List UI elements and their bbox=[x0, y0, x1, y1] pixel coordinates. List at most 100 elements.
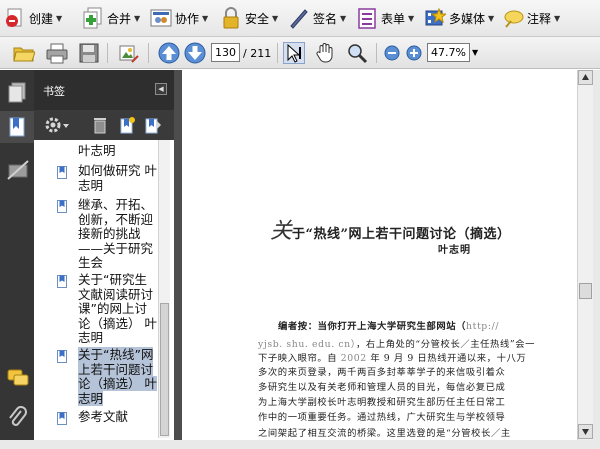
bookmark-label: 叶志明 bbox=[78, 143, 116, 158]
create-button[interactable]: 创建 ▼ bbox=[4, 6, 62, 30]
previous-page-button[interactable] bbox=[158, 42, 180, 64]
signatures-panel-icon[interactable] bbox=[7, 159, 29, 180]
multimedia-button[interactable]: 多媒体 ▼ bbox=[424, 6, 494, 30]
chevron-down-icon: ▼ bbox=[134, 13, 141, 23]
toolbar-divider bbox=[376, 43, 377, 63]
open-button[interactable] bbox=[13, 42, 36, 64]
create-label: 创建 bbox=[29, 11, 54, 26]
next-page-button[interactable] bbox=[184, 42, 206, 64]
scroll-down-button[interactable] bbox=[578, 424, 593, 439]
forms-label: 表单 bbox=[381, 11, 406, 26]
lock-icon bbox=[220, 7, 242, 29]
document-scrollbar-thumb[interactable] bbox=[579, 283, 592, 299]
new-bookmark-button[interactable] bbox=[118, 116, 136, 134]
zoom-in-button[interactable] bbox=[406, 45, 422, 61]
paragraph-line: 多次的来页登录，两千两百多封莘莘学子的来信吸引着众 bbox=[258, 367, 506, 378]
document-scrollbar[interactable] bbox=[577, 70, 593, 440]
comment-icon bbox=[502, 7, 524, 29]
bookmark-icon bbox=[57, 166, 67, 179]
collaborate-button[interactable]: 协作 ▼ bbox=[150, 6, 208, 30]
expand-bookmark-icon bbox=[145, 118, 161, 134]
arrow-down-icon bbox=[582, 429, 589, 435]
bookmark-icon bbox=[57, 275, 67, 288]
page-number-input[interactable]: 130 bbox=[211, 43, 240, 62]
chevron-down-icon: ▼ bbox=[488, 13, 495, 23]
chevron-down-icon: ▼ bbox=[202, 13, 209, 23]
article-title-text: 于“热线”网上若干问题讨论（摘选） bbox=[292, 227, 511, 242]
sign-button[interactable]: 签名 ▼ bbox=[288, 6, 346, 30]
bookmarks-toolbar bbox=[34, 110, 174, 140]
pages-panel-icon[interactable] bbox=[7, 82, 27, 103]
combine-button[interactable]: 合并 ▼ bbox=[82, 6, 140, 30]
multimedia-icon bbox=[424, 7, 448, 29]
edit-image-button[interactable] bbox=[117, 42, 139, 64]
chevron-down-icon: ▼ bbox=[408, 13, 415, 23]
comment-button[interactable]: 注释 ▼ bbox=[502, 6, 560, 30]
bookmark-label: 如何做研究 叶志明 bbox=[78, 163, 157, 193]
paragraph-line: yjsb. shu. edu. cn），右上角处的“分管校长／主任热线”会一 bbox=[258, 339, 535, 350]
arrow-down-icon bbox=[184, 42, 206, 64]
delete-bookmark-button[interactable] bbox=[91, 116, 109, 134]
bookmarks-scrollbar-thumb[interactable] bbox=[160, 303, 169, 436]
comments-panel-icon[interactable] bbox=[7, 367, 29, 387]
bookmark-options-button[interactable] bbox=[44, 116, 70, 134]
chevron-down-icon: ▼ bbox=[56, 13, 63, 23]
marquee-zoom-icon bbox=[348, 44, 368, 64]
secure-label: 安全 bbox=[245, 11, 270, 26]
chevron-down-icon: ▼ bbox=[340, 13, 347, 23]
article-title-initial: 关 bbox=[270, 219, 293, 244]
sign-label: 签名 bbox=[313, 11, 338, 26]
paragraph-line: 作中的一项重要任务。通过热线，广大研究生与学校领导 bbox=[258, 412, 506, 423]
zoom-dropdown-chevron-icon[interactable]: ▼ bbox=[472, 48, 478, 57]
chevron-down-icon: ▼ bbox=[272, 13, 279, 23]
zoom-level-input[interactable]: 47.7% bbox=[427, 43, 470, 62]
save-button[interactable] bbox=[78, 42, 100, 64]
collaborate-label: 协作 bbox=[175, 11, 200, 26]
gear-icon bbox=[45, 117, 69, 133]
paragraph-line: 编者按：当你打开上海大学研究生部网站（http:// bbox=[278, 321, 500, 332]
print-button[interactable] bbox=[46, 42, 68, 64]
article-title: 关于“热线”网上若干问题讨论（摘选） bbox=[270, 213, 510, 245]
new-bookmark-icon bbox=[120, 117, 135, 134]
collapse-panel-button[interactable]: ◀ bbox=[155, 83, 167, 95]
forms-button[interactable]: 表单 ▼ bbox=[356, 6, 414, 30]
bookmark-label: 继承、开拓、创新，不断迎接新的挑战——关于研究生会 bbox=[78, 197, 154, 270]
panel-splitter[interactable] bbox=[174, 70, 182, 449]
window-frame-bottom bbox=[0, 440, 600, 449]
attachments-paperclip-icon[interactable] bbox=[7, 405, 27, 426]
folder-open-icon bbox=[13, 47, 36, 62]
collaborate-icon bbox=[150, 7, 172, 29]
zoom-in-icon bbox=[406, 45, 422, 61]
printer-icon bbox=[46, 43, 68, 64]
tasks-toolbar: 创建 ▼ 合并 ▼ 协作 ▼ 安全 ▼ 签名 ▼ 表单 ▼ 多媒体 ▼ 注释 ▼ bbox=[0, 0, 600, 37]
hand-tool-button[interactable] bbox=[314, 42, 336, 64]
zoom-out-button[interactable] bbox=[384, 45, 400, 61]
toolbar-divider bbox=[107, 43, 108, 63]
toolbar-divider bbox=[148, 43, 149, 63]
bookmarks-scrollbar[interactable] bbox=[158, 140, 170, 438]
bookmark-label: 关于“热线”网上若干问题讨论（摘选） 叶志明 bbox=[78, 347, 157, 406]
combine-icon bbox=[82, 7, 104, 29]
bookmark-label: 参考文献 bbox=[78, 409, 129, 424]
bookmarks-panel-title: 书签 bbox=[43, 85, 65, 98]
bookmark-tree: 叶志明 如何做研究 叶志明 继承、开拓、创新，不断迎接新的挑战——关于研究生会 … bbox=[40, 140, 170, 438]
comment-label: 注释 bbox=[527, 11, 552, 26]
article-author: 叶志明 bbox=[438, 245, 471, 256]
paragraph-line: 下子映入眼帘。自 2002 年 9 月 9 日热线开通以来，十八万 bbox=[258, 353, 527, 364]
expand-bookmark-button[interactable] bbox=[144, 116, 162, 134]
marquee-zoom-button[interactable] bbox=[346, 42, 368, 64]
bookmark-panel-icon bbox=[9, 117, 25, 137]
secure-button[interactable]: 安全 ▼ bbox=[220, 6, 278, 30]
multimedia-label: 多媒体 bbox=[449, 11, 486, 26]
bookmarks-tab-active[interactable] bbox=[0, 111, 34, 143]
bookmark-label: 关于“研究生文献阅读研讨课”的网上讨论（摘选） 叶志明 bbox=[78, 272, 157, 345]
arrow-up-icon bbox=[158, 42, 180, 64]
paragraph-line: 多研究生以及有关老师和管理人员的目光，每信必复已成 bbox=[258, 382, 506, 393]
bookmark-icon bbox=[57, 200, 67, 213]
navigation-toolbar: 130 / 211 47.7% ▼ bbox=[0, 37, 600, 69]
pen-icon bbox=[288, 7, 310, 29]
window-frame-right bbox=[593, 70, 600, 449]
scroll-up-button[interactable] bbox=[578, 70, 593, 85]
floppy-disk-icon bbox=[79, 43, 99, 63]
select-tool-button[interactable] bbox=[283, 42, 305, 64]
